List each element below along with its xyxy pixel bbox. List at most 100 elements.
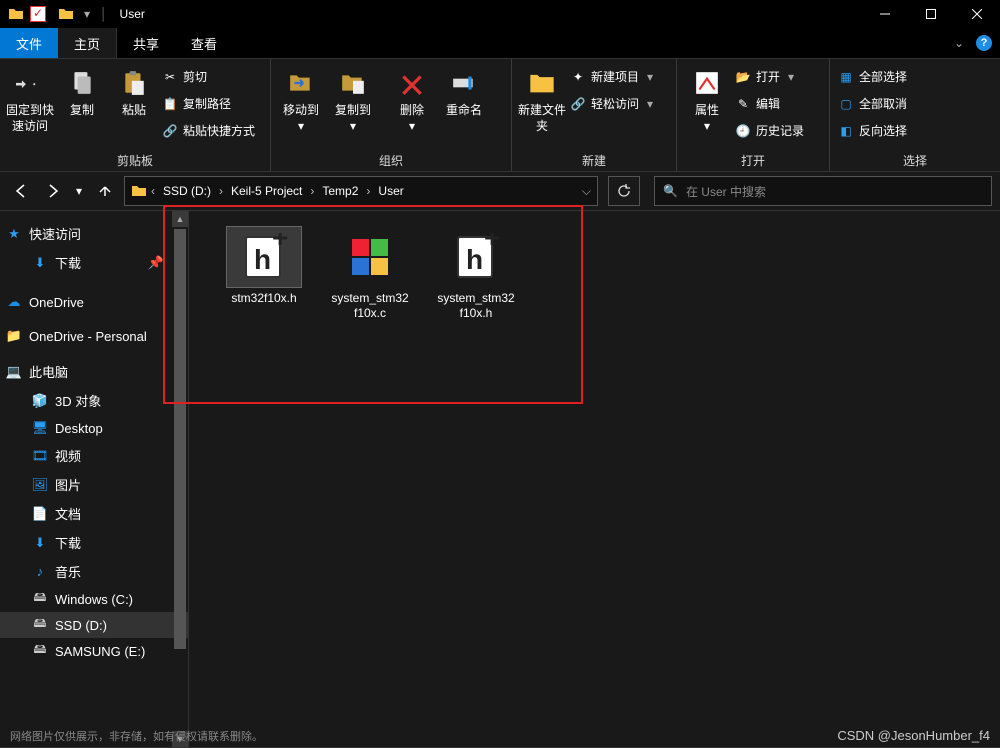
invert-selection-button[interactable]: ◧反向选择 — [838, 122, 907, 139]
edit-button[interactable]: ✎编辑 — [735, 95, 804, 112]
sidebar-downloads-qa[interactable]: ⬇下载📌 — [0, 248, 188, 277]
select-all-button[interactable]: ▦全部选择 — [838, 68, 907, 85]
rename-button[interactable]: 重命名 — [438, 65, 490, 119]
breadcrumb-item[interactable]: SSD (D:) — [159, 184, 215, 198]
title-separator: │ — [100, 7, 108, 21]
qat-dropdown-icon[interactable]: ▾ — [84, 7, 90, 21]
folder-icon: 📁 — [6, 328, 22, 344]
recent-locations-button[interactable]: ▾ — [72, 178, 86, 204]
paste-button[interactable]: 粘贴 — [108, 65, 160, 119]
sidebar-drive-e[interactable]: 🖴SAMSUNG (E:) — [0, 638, 188, 664]
sidebar-scroll-thumb[interactable] — [174, 229, 186, 649]
tab-home[interactable]: 主页 — [58, 28, 117, 58]
search-box[interactable]: 🔍 在 User 中搜索 — [654, 176, 992, 206]
back-button[interactable] — [8, 178, 34, 204]
refresh-button[interactable] — [608, 176, 640, 206]
copy-to-button[interactable]: 复制到▾ — [327, 65, 379, 134]
link-icon: 🔗 — [570, 96, 586, 112]
svg-text:++: ++ — [272, 233, 288, 253]
minimize-button[interactable] — [862, 0, 908, 28]
delete-button[interactable]: 删除▾ — [386, 65, 438, 134]
sidebar-videos[interactable]: 🎞视频 — [0, 441, 188, 470]
video-icon: 🎞 — [32, 448, 48, 464]
select-none-button[interactable]: ▢全部取消 — [838, 95, 907, 112]
ribbon-collapse-button[interactable]: ⌄ — [952, 28, 964, 58]
address-dropdown-button[interactable]: ⌵ — [582, 184, 591, 199]
sidebar-drive-c[interactable]: 🖴Windows (C:) — [0, 586, 188, 612]
help-button[interactable]: ? — [976, 28, 992, 58]
sidebar-onedrive[interactable]: ☁OneDrive — [0, 289, 188, 315]
file-item[interactable]: system_stm32f10x.c — [331, 227, 409, 321]
maximize-button[interactable] — [908, 0, 954, 28]
cut-button[interactable]: ✂剪切 — [162, 68, 255, 85]
chevron-icon[interactable]: › — [364, 184, 372, 198]
paste-shortcut-button[interactable]: 🔗粘贴快捷方式 — [162, 122, 255, 139]
music-icon: ♪ — [32, 564, 48, 580]
scroll-up-button[interactable]: ▲ — [172, 211, 188, 227]
ribbon: 固定到快速访问 复制 粘贴 ✂剪切 📋复制路径 🔗粘贴快捷方式 剪贴板 移动到▾ — [0, 59, 1000, 172]
path-icon: 📋 — [162, 96, 178, 112]
open-button[interactable]: 📂打开▾ — [735, 68, 804, 85]
chevron-icon[interactable]: › — [308, 184, 316, 198]
drive-icon: 🖴 — [32, 617, 48, 633]
open-group-label: 打开 — [681, 152, 825, 171]
up-button[interactable] — [92, 178, 118, 204]
sidebar-pictures[interactable]: 🖼图片 — [0, 470, 188, 499]
quick-access-tool-1[interactable]: ✓ — [30, 6, 46, 22]
ribbon-tabs: 文件 主页 共享 查看 ⌄ ? — [0, 28, 1000, 59]
invert-icon: ◧ — [838, 123, 854, 139]
content-pane[interactable]: h ++ stm32f10x.h system_stm32f10x.c — [189, 211, 1000, 747]
select-none-icon: ▢ — [838, 96, 854, 112]
forward-button[interactable] — [40, 178, 66, 204]
copy-label: 复制 — [70, 103, 94, 119]
breadcrumb-item[interactable]: Keil-5 Project — [227, 184, 306, 198]
app-folder-icon — [8, 6, 24, 22]
title-bar: ✓ ▾ │ User — [0, 0, 1000, 28]
new-group-label: 新建 — [516, 152, 672, 171]
close-button[interactable] — [954, 0, 1000, 28]
tab-share[interactable]: 共享 — [117, 28, 175, 58]
easy-access-button[interactable]: 🔗轻松访问▾ — [570, 95, 653, 112]
tab-view[interactable]: 查看 — [175, 28, 233, 58]
drive-icon: 🖴 — [32, 643, 48, 659]
sidebar-music[interactable]: ♪音乐 — [0, 557, 188, 586]
breadcrumb-item[interactable]: User — [374, 184, 407, 198]
new-folder-label: 新建文件夹 — [516, 103, 568, 134]
sidebar-drive-d[interactable]: 🖴SSD (D:) — [0, 612, 188, 638]
h-file-icon: h ++ — [240, 233, 288, 281]
sidebar-quick-access[interactable]: ★快速访问 — [0, 219, 188, 248]
copy-path-button[interactable]: 📋复制路径 — [162, 95, 255, 112]
move-to-button[interactable]: 移动到▾ — [275, 65, 327, 134]
paste-label: 粘贴 — [122, 103, 146, 119]
history-icon: 🕘 — [735, 123, 751, 139]
open-icon: 📂 — [735, 69, 751, 85]
edit-icon: ✎ — [735, 96, 751, 112]
file-item[interactable]: h ++ stm32f10x.h — [225, 227, 303, 321]
scroll-down-button[interactable]: ▼ — [172, 731, 188, 747]
pin-quick-access-button[interactable]: 固定到快速访问 — [4, 65, 56, 134]
sidebar-desktop[interactable]: 🖥Desktop — [0, 415, 188, 441]
address-bar[interactable]: ‹ SSD (D:) › Keil-5 Project › Temp2 › Us… — [124, 176, 598, 206]
copy-button[interactable]: 复制 — [56, 65, 108, 119]
sidebar-this-pc[interactable]: 💻此电脑 — [0, 357, 188, 386]
file-label: system_stm32f10x.h — [437, 291, 515, 321]
clipboard-group-label: 剪贴板 — [4, 152, 266, 171]
sidebar-3d-objects[interactable]: 🧊3D 对象 — [0, 386, 188, 415]
chevron-icon[interactable]: › — [217, 184, 225, 198]
breadcrumb-item[interactable]: Temp2 — [318, 184, 362, 198]
sidebar-downloads[interactable]: ⬇下载 — [0, 528, 188, 557]
sidebar-onedrive-personal[interactable]: 📁OneDrive - Personal — [0, 323, 188, 349]
history-button[interactable]: 🕘历史记录 — [735, 122, 804, 139]
desktop-icon: 🖥 — [32, 420, 48, 436]
organize-group-label: 组织 — [275, 152, 507, 171]
svg-text:h: h — [254, 244, 271, 275]
sidebar-documents[interactable]: 📄文档 — [0, 499, 188, 528]
properties-button[interactable]: 属性▾ — [681, 65, 733, 134]
quick-access-tool-2[interactable] — [58, 6, 74, 22]
file-item[interactable]: h ++ system_stm32f10x.h — [437, 227, 515, 321]
new-folder-button[interactable]: 新建文件夹 — [516, 65, 568, 134]
tab-file[interactable]: 文件 — [0, 28, 58, 58]
chevron-icon[interactable]: ‹ — [149, 184, 157, 198]
file-label: system_stm32f10x.c — [331, 291, 409, 321]
new-item-button[interactable]: ✦新建项目▾ — [570, 68, 653, 85]
